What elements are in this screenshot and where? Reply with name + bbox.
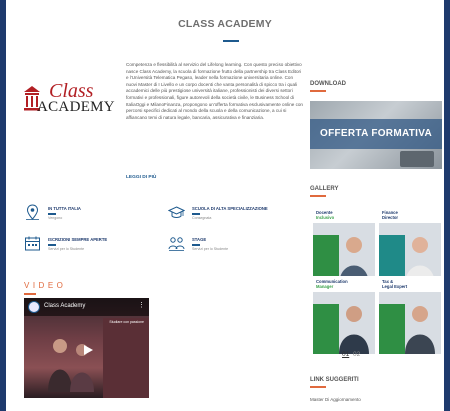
title-underline: [223, 40, 239, 42]
person-portrait: [405, 306, 435, 354]
feature-title: IN TUTTA ITALIA: [48, 206, 81, 211]
class-academy-logo: Class ACADEMY: [23, 80, 115, 116]
read-more-link[interactable]: LEGGI DI PIÙ: [126, 175, 156, 180]
feature-alta-specializzazione: SCUOLA DI ALTA SPECIALIZZAZIONE Consegna…: [168, 204, 278, 226]
gallery-accent-block: [379, 304, 405, 354]
feature-underline: [48, 213, 56, 215]
channel-avatar[interactable]: [28, 301, 40, 313]
feature-title: STAGE: [192, 237, 207, 242]
feature-in-tutta-italia: IN TUTTA ITALIA Vengono: [24, 204, 134, 226]
graduation-cap-icon: [168, 206, 185, 218]
more-options-icon[interactable]: ⋮: [138, 302, 145, 309]
feature-subtitle: Vengono: [48, 216, 63, 220]
feature-subtitle: Consegnata: [192, 216, 212, 220]
download-heading: DOWNLOAD: [310, 81, 346, 87]
gallery-item-finance-director[interactable]: Finance Director: [379, 207, 441, 285]
video-people-silhouette: [48, 339, 94, 392]
pager-page-current[interactable]: 01: [342, 351, 349, 358]
play-icon[interactable]: [82, 344, 94, 356]
gallery-caption-sub: Director: [382, 215, 399, 220]
feature-iscrizioni-aperte: ISCRIZIONI SEMPRE APERTE Servizi per lo …: [24, 235, 134, 257]
gallery-caption-sub: Manager: [316, 284, 334, 289]
download-heading-underline: [310, 90, 326, 92]
feature-underline: [192, 213, 200, 215]
feature-underline: [48, 244, 56, 246]
gallery-accent-block: [313, 304, 339, 354]
gallery-heading: GALLERY: [310, 186, 339, 192]
gallery-pager: 01 02: [342, 351, 360, 358]
video-caption: Studiare con passione: [109, 320, 144, 324]
logo-word-academy: ACADEMY: [37, 99, 115, 115]
gallery-item-communication-manager[interactable]: Communication Manager: [313, 276, 375, 354]
map-pin-icon: [26, 204, 39, 220]
calendar-icon: [25, 236, 40, 251]
video-heading-underline: [24, 293, 36, 295]
page-title: CLASS ACADEMY: [178, 18, 272, 30]
offerta-formativa-banner[interactable]: OFFERTA FORMATIVA: [310, 101, 442, 169]
intro-paragraph: Competenza e flessibilità al servizio de…: [126, 62, 303, 120]
students-icon: [168, 237, 185, 251]
person-portrait: [339, 306, 369, 354]
offer-banner-text: OFFERTA FORMATIVA: [320, 128, 432, 139]
gallery-caption-sub: Inclusivo: [316, 215, 335, 220]
page: CLASS ACADEMY Class ACADEMY Competenza e…: [6, 0, 444, 411]
gallery-item-docente-inclusivo[interactable]: Docente Inclusivo: [313, 207, 375, 285]
video-title[interactable]: Class Academy: [44, 303, 85, 309]
pager-page-next[interactable]: 02: [353, 351, 360, 358]
feature-stage: STAGE Servizi per lo Studente: [168, 235, 278, 257]
video-heading: VIDEO: [24, 281, 67, 290]
video-player[interactable]: Class Academy ⋮ Studiare con passione: [24, 298, 149, 398]
links-heading: LINK SUGGERITI: [310, 377, 359, 383]
feature-title: SCUOLA DI ALTA SPECIALIZZAZIONE: [192, 206, 268, 211]
video-backdrop: [103, 318, 149, 398]
gallery-caption-sub: Legal Expert: [382, 284, 408, 289]
suggested-link-master-aggiornamento[interactable]: Master Di Aggiornamento: [310, 397, 361, 402]
links-heading-underline: [310, 386, 326, 388]
feature-underline: [192, 244, 200, 246]
feature-subtitle: Servizi per lo Studente: [48, 247, 85, 251]
video-title-bar: [24, 298, 149, 316]
feature-title: ISCRIZIONI SEMPRE APERTE: [48, 237, 108, 242]
gallery-heading-underline: [310, 195, 326, 197]
feature-subtitle: Servizi per lo Studente: [192, 247, 229, 251]
gallery-item-tax-legal-expert[interactable]: Tax & Legal Expert: [379, 276, 441, 354]
laptop-shape: [400, 151, 434, 167]
